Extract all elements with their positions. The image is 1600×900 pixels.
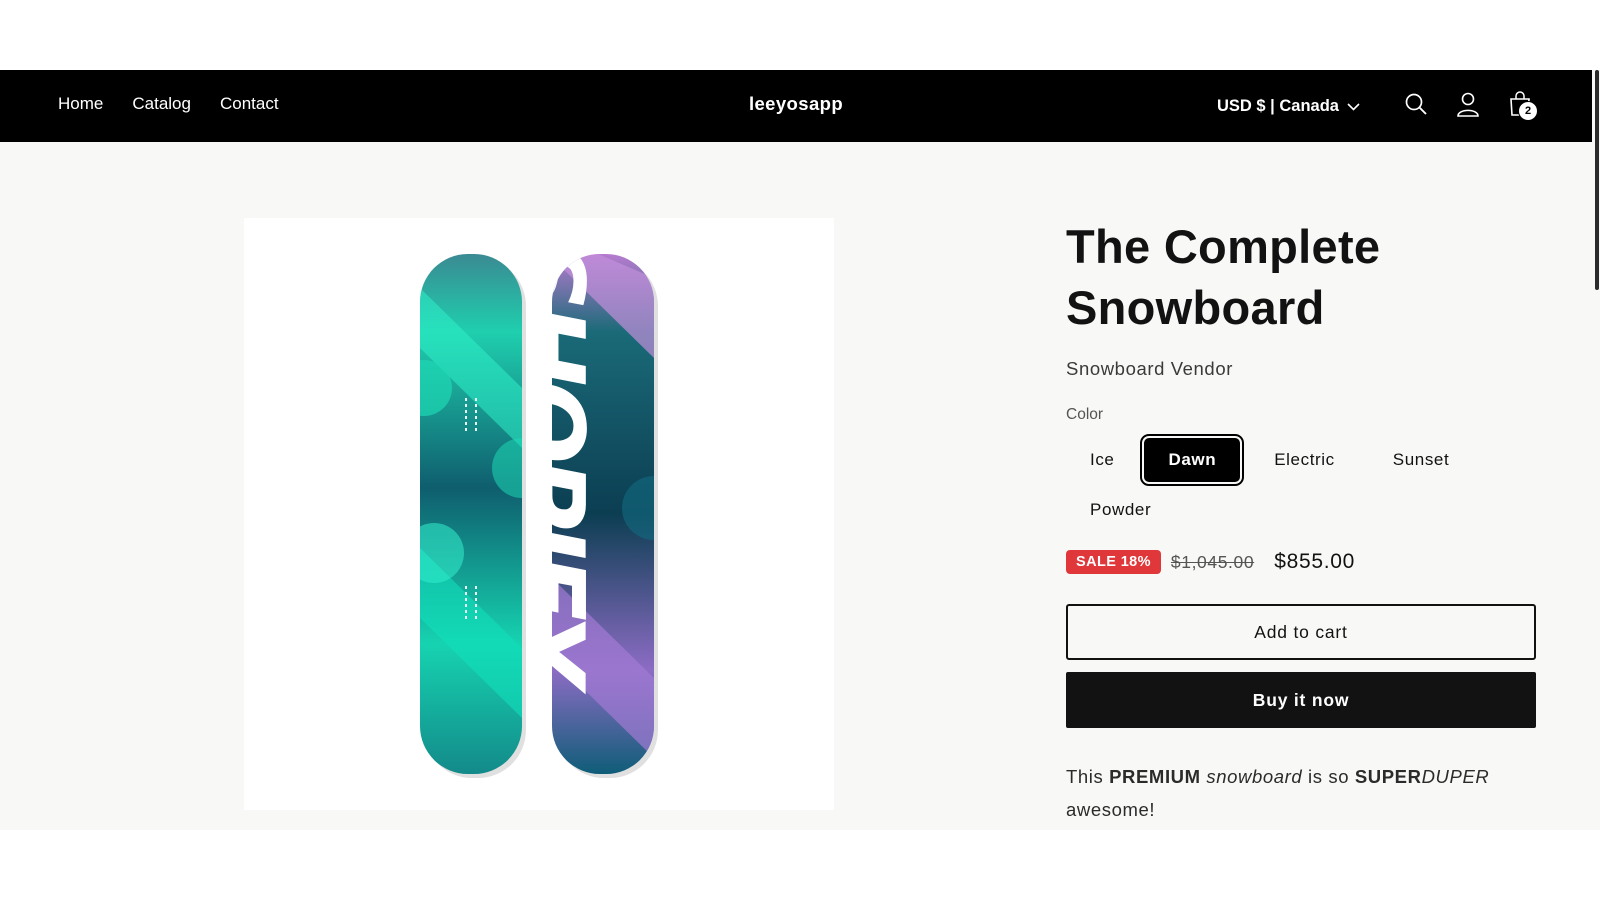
desc-italic-snowboard: snowboard <box>1206 766 1303 787</box>
cart-button[interactable]: 2 <box>1500 87 1540 125</box>
sale-price: $855.00 <box>1274 550 1355 573</box>
compare-at-price: $1,045.00 <box>1170 551 1255 572</box>
color-option-label: Color <box>1066 406 1104 423</box>
buy-now-button[interactable]: Buy it now <box>1066 672 1536 728</box>
desc-text: This <box>1066 766 1110 787</box>
site-header: Home Catalog Contact leeyosapp USD $ | C… <box>0 70 1592 142</box>
search-icon <box>1404 92 1428 121</box>
color-option-electric[interactable]: Electric <box>1250 438 1359 482</box>
product-info: The Complete Snowboard Snowboard Vendor … <box>1066 216 1536 826</box>
desc-bold-premium: PREMIUM <box>1109 766 1201 787</box>
currency-label: USD $ | Canada <box>1217 96 1339 115</box>
desc-text: awesome! <box>1066 799 1156 820</box>
account-button[interactable] <box>1448 87 1488 125</box>
scrollbar-thumb[interactable] <box>1595 70 1599 290</box>
search-button[interactable] <box>1396 87 1436 125</box>
header-actions: USD $ | Canada 2 <box>1217 87 1540 125</box>
color-option-sunset[interactable]: Sunset <box>1369 438 1474 482</box>
price-row: SALE 18% $1,045.00 $855.00 <box>1066 550 1536 574</box>
product-title-line-1: The Complete <box>1066 220 1381 273</box>
snowboard-illustration: SHOPIFY <box>420 254 658 778</box>
product-image[interactable]: SHOPIFY <box>244 218 834 810</box>
desc-text: is so <box>1302 766 1355 787</box>
color-option-ice[interactable]: Ice <box>1066 438 1138 482</box>
main-nav: Home Catalog Contact <box>58 94 279 114</box>
product-title: The Complete Snowboard <box>1066 216 1536 338</box>
product-title-line-2: Snowboard <box>1066 281 1325 334</box>
currency-selector[interactable]: USD $ | Canada <box>1217 97 1360 116</box>
color-option-dawn[interactable]: Dawn <box>1140 434 1245 486</box>
page-scrollbar[interactable] <box>1592 70 1600 830</box>
desc-italic-duper: DUPER <box>1421 766 1490 787</box>
color-options: Ice Dawn Electric Sunset Powder <box>1066 434 1536 532</box>
desc-bold-super: SUPER <box>1354 766 1422 787</box>
chevron-down-icon <box>1347 97 1360 116</box>
store-logo-text[interactable]: leeyosapp <box>749 93 843 114</box>
product-description: This PREMIUM snowboard is so SUPERDUPER … <box>1066 760 1536 826</box>
product-vendor: Snowboard Vendor <box>1066 358 1233 379</box>
color-option-powder[interactable]: Powder <box>1066 488 1175 532</box>
account-icon <box>1456 91 1480 122</box>
nav-catalog[interactable]: Catalog <box>132 94 191 114</box>
cart-count-badge: 2 <box>1518 101 1538 121</box>
nav-home[interactable]: Home <box>58 94 103 114</box>
add-to-cart-button[interactable]: Add to cart <box>1066 604 1536 660</box>
page-viewport: Home Catalog Contact leeyosapp USD $ | C… <box>0 70 1600 830</box>
sale-badge: SALE 18% <box>1066 550 1161 574</box>
nav-contact[interactable]: Contact <box>220 94 279 114</box>
